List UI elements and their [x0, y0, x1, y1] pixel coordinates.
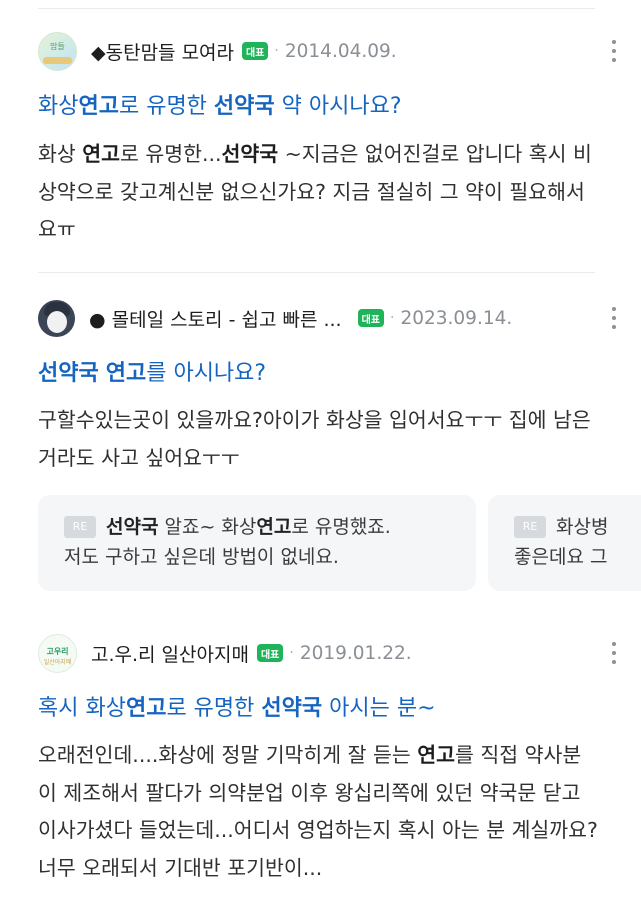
highlight-keyword: 연고: [256, 516, 292, 538]
more-options-icon[interactable]: [609, 304, 619, 332]
cafe-name[interactable]: ● 몰테일 스토리 - 쉽고 빠른 ...: [89, 305, 342, 332]
representative-badge: 대표: [256, 644, 284, 662]
highlight-keyword: 연고: [417, 743, 456, 767]
text-segment: 아시는 분~: [322, 696, 436, 721]
post-snippet[interactable]: 오래전인데....화상에 정말 기막히게 잘 듣는 연고를 직접 약사분이 제조…: [38, 737, 598, 887]
separator-dot: ·: [390, 310, 395, 326]
cafe-avatar[interactable]: [38, 299, 75, 337]
avatar-logo-bar: [43, 56, 72, 64]
separator-dot: ·: [274, 43, 279, 59]
highlight-keyword: 연고: [78, 94, 119, 119]
reply-line-2: 좋은데요 그: [514, 546, 608, 568]
highlight-keyword: 선약국: [213, 94, 275, 119]
post-date: 2019.01.22.: [299, 642, 412, 664]
reply-card-2[interactable]: RE 화상병 좋은데요 그: [488, 495, 641, 591]
divider-top: [38, 8, 595, 9]
post-title[interactable]: 혹시 화상연고로 유명한 선약국 아시는 분~: [38, 690, 436, 722]
more-options-icon[interactable]: [609, 37, 619, 65]
avatar-logo-subtext: 일산아지매: [43, 658, 72, 666]
reply-badge: RE: [514, 516, 546, 538]
text-segment: 로 유명한: [166, 696, 262, 721]
avatar-logo-text: 고우리: [46, 646, 69, 656]
reply-text: 화상병: [556, 516, 608, 538]
post-snippet[interactable]: 구할수있는곳이 있을까요?아이가 화상을 입어서요ㅜㅜ 집에 남은거라도 사고 …: [38, 402, 598, 477]
highlight-keyword: 선약국: [38, 361, 99, 386]
representative-badge: 대표: [357, 309, 384, 327]
highlight-keyword: 연고: [125, 696, 167, 721]
reply-line-2: 저도 구하고 싶은데 방법이 없네요.: [64, 546, 339, 568]
text-segment: 혹시 화상: [38, 696, 126, 721]
text-segment: 로 유명한...: [119, 142, 222, 166]
cafe-name[interactable]: ◆동탄맘들 모여라: [91, 38, 234, 65]
text-segment: 약 아시나요?: [274, 94, 402, 119]
post-meta: 맘들 ◆동탄맘들 모여라 대표 · 2014.04.09.: [38, 31, 619, 71]
highlight-keyword: 선약국: [106, 516, 159, 538]
text-segment: 화상: [38, 94, 79, 119]
text-segment: 를 아시나요?: [146, 361, 267, 386]
post-meta: ● 몰테일 스토리 - 쉽고 빠른 ... 대표 · 2023.09.14.: [38, 298, 619, 338]
highlight-keyword: 선약국: [221, 142, 279, 166]
reply-text: 선약국 알죠~ 화상연고로 유명했죠.: [106, 516, 391, 538]
cafe-name[interactable]: 고.우.리 일산아지매: [91, 640, 249, 667]
cafe-avatar[interactable]: 고우리 일산아지매: [38, 633, 77, 673]
reply-badge: RE: [64, 516, 96, 538]
post-title[interactable]: 화상연고로 유명한 선약국 약 아시나요?: [38, 88, 402, 120]
reply-line-1: RE 선약국 알죠~ 화상연고로 유명했죠.: [64, 512, 450, 542]
divider: [38, 272, 595, 273]
reply-line-1: RE 화상병: [514, 512, 641, 542]
highlight-keyword: 선약국: [261, 696, 323, 721]
post-date: 2023.09.14.: [400, 307, 513, 329]
separator-dot: ·: [289, 645, 294, 661]
post-snippet[interactable]: 화상 연고로 유명한...선약국 ~지금은 없어진걸로 압니다 혹시 비상약으로…: [38, 136, 598, 249]
text-segment: 화상: [38, 142, 83, 166]
post-title[interactable]: 선약국 연고를 아시나요?: [38, 355, 266, 387]
highlight-keyword: 연고: [82, 142, 120, 166]
post-date: 2014.04.09.: [284, 40, 397, 62]
reply-card-1[interactable]: RE 선약국 알죠~ 화상연고로 유명했죠. 저도 구하고 싶은데 방법이 없네요…: [38, 495, 476, 591]
cafe-avatar[interactable]: 맘들: [38, 31, 77, 71]
text-segment: 알죠~ 화상: [158, 516, 257, 538]
avatar-face: [47, 310, 67, 333]
avatar-logo-text: 맘들: [50, 41, 65, 51]
post-meta: 고우리 일산아지매 고.우.리 일산아지매 대표 · 2019.01.22.: [38, 633, 619, 673]
highlight-keyword: 연고: [105, 361, 147, 386]
text-segment: 오래전인데....화상에 정말 기막히게 잘 듣는: [38, 743, 418, 767]
more-options-icon[interactable]: [609, 639, 619, 667]
text-segment: [99, 361, 106, 386]
text-segment: 화상병: [556, 516, 609, 538]
representative-badge: 대표: [242, 42, 269, 60]
text-segment: 로 유명한: [118, 94, 214, 119]
text-segment: 로 유명했죠.: [291, 516, 391, 538]
text-segment: 구할수있는곳이 있을까요?아이가 화상을 입어서요ㅜㅜ 집에 남은거라도 사고 …: [38, 408, 591, 470]
